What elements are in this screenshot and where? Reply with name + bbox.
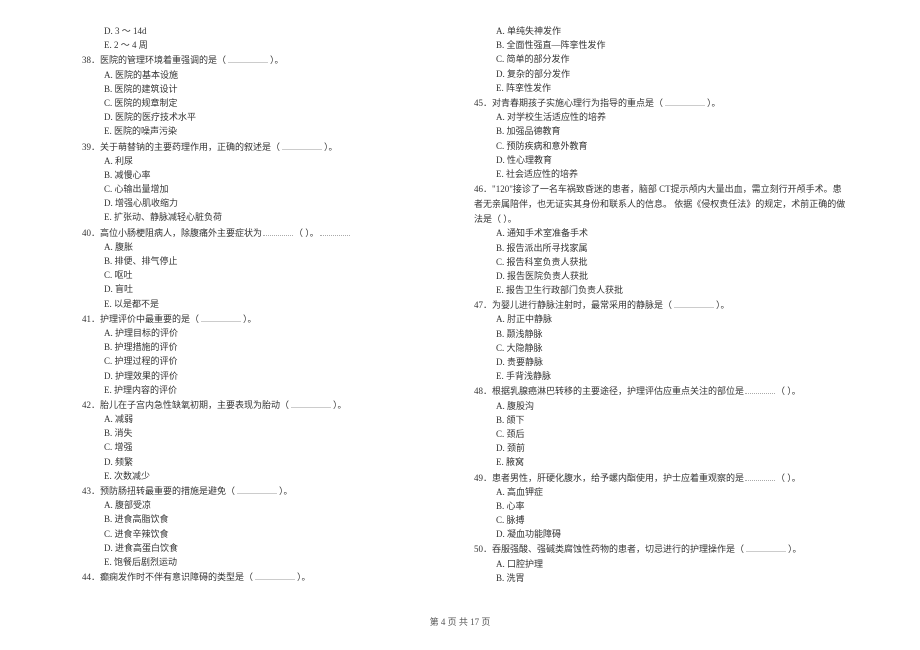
option: E. 阵挛性发作 (474, 83, 850, 95)
option: C. 脉搏 (474, 515, 850, 527)
option: B. 心率 (474, 501, 850, 513)
question-stem: 49．患者男性，肝硬化腹水，给予螺内酯使用，护士应着重观察的是（ ）。 (474, 472, 850, 485)
option: A. 腹部受凉 (82, 500, 446, 512)
option: E. 报告卫生行政部门负责人获批 (474, 285, 850, 297)
question-stem: 38．医院的管理环境着重强调的是（）。 (82, 54, 446, 67)
right-column: A. 单纯失神发作 B. 全面性强直—阵挛性发作 C. 简单的部分发作 D. 复… (466, 26, 850, 587)
question-stem: 45．对青春期孩子实施心理行为指导的重点是（）。 (474, 97, 850, 110)
question-stem: 46．"120"接诊了一名车祸致昏迷的患者，脑部 CT提示颅内大量出血，需立刻行… (474, 183, 850, 196)
option: B. 消失 (82, 428, 446, 440)
option: E. 护理内容的评价 (82, 385, 446, 397)
option: D. 护理效果的评价 (82, 371, 446, 383)
option: A. 腹胀 (82, 242, 446, 254)
question-stem: 40．高位小肠梗阻病人，除腹痛外主要症状为（ ）。 (82, 227, 446, 240)
option: C. 简单的部分发作 (474, 54, 850, 66)
page-footer: 第 4 页 共 17 页 (0, 615, 920, 628)
option: B. 报告派出所寻找家属 (474, 243, 850, 255)
question-stem: 43．预防肠扭转最重要的措施是避免（）。 (82, 485, 446, 498)
option: C. 报告科室负责人获批 (474, 257, 850, 269)
option: B. 减慢心率 (82, 170, 446, 182)
option: B. 护理措施的评价 (82, 342, 446, 354)
question-stem: 39．关于萌替钠的主要药理作用，正确的叙述是（）。 (82, 141, 446, 154)
question-stem-line: 者无亲属陪伴，也无证实其身份和联系人的信息。 依据《侵权责任法》的规定，术前正确… (474, 198, 850, 211)
question-stem: 50．吞服强酸、强碱类腐蚀性药物的患者，切忌进行的护理操作是（）。 (474, 543, 850, 556)
option: A. 腹股沟 (474, 401, 850, 413)
option: A. 单纯失神发作 (474, 26, 850, 38)
option: C. 进食辛辣饮食 (82, 529, 446, 541)
option: A. 通知手术室准备手术 (474, 228, 850, 240)
question-stem: 47．为婴儿进行静脉注射时，最常采用的静脉是（）。 (474, 299, 850, 312)
question-stem: 48．根据乳腺癌淋巴转移的主要途径，护理评估应重点关注的部位是（ ）。 (474, 385, 850, 398)
option: D. 盲吐 (82, 284, 446, 296)
option: C. 预防疾病和意外教育 (474, 141, 850, 153)
option: E. 医院的噪声污染 (82, 126, 446, 138)
option: D. 医院的医疗技术水平 (82, 112, 446, 124)
option: C. 医院的规章制定 (82, 98, 446, 110)
option: C. 心输出量增加 (82, 184, 446, 196)
option: C. 增强 (82, 442, 446, 454)
option: E. 次数减少 (82, 471, 446, 483)
option: A. 护理目标的评价 (82, 328, 446, 340)
option: B. 加强品德教育 (474, 126, 850, 138)
option: E. 以是都不是 (82, 299, 446, 311)
question-stem: 44．癫痫发作时不伴有意识障碍的类型是（）。 (82, 571, 446, 584)
option: A. 高血钾症 (474, 487, 850, 499)
option: D. 贵要静脉 (474, 357, 850, 369)
question-stem: 42．胎儿在子宫内急性缺氧初期，主要表现为胎动（）。 (82, 399, 446, 412)
option: B. 医院的建筑设计 (82, 84, 446, 96)
option: A. 利尿 (82, 156, 446, 168)
option: D. 凝血功能障碍 (474, 529, 850, 541)
option: C. 颈后 (474, 429, 850, 441)
option: B. 进食高脂饮食 (82, 514, 446, 526)
left-column: D. 3 ～ 14d E. 2 ～ 4 周 38．医院的管理环境着重强调的是（）… (82, 26, 466, 587)
option: E. 手背浅静脉 (474, 371, 850, 383)
option: C. 护理过程的评价 (82, 356, 446, 368)
option: D. 颈前 (474, 443, 850, 455)
option: D. 频繁 (82, 457, 446, 469)
option: E. 扩张动、静脉减轻心脏负荷 (82, 212, 446, 224)
option: A. 口腔护理 (474, 559, 850, 571)
option: E. 饱餐后剧烈运动 (82, 557, 446, 569)
option: A. 医院的基本设施 (82, 70, 446, 82)
option: D. 复杂的部分发作 (474, 69, 850, 81)
option: B. 洗胃 (474, 573, 850, 585)
option: D. 性心理教育 (474, 155, 850, 167)
option: B. 排便、排气停止 (82, 256, 446, 268)
option: D. 3 ～ 14d (82, 26, 446, 38)
option: E. 2 ～ 4 周 (82, 40, 446, 52)
option: E. 腋窝 (474, 457, 850, 469)
option: D. 增强心肌收缩力 (82, 198, 446, 210)
option: D. 进食高蛋白饮食 (82, 543, 446, 555)
option: C. 呕吐 (82, 270, 446, 282)
option: C. 大隐静脉 (474, 343, 850, 355)
option: A. 减弱 (82, 414, 446, 426)
option: A. 对学校生活适应性的培养 (474, 112, 850, 124)
option: D. 报告医院负责人获批 (474, 271, 850, 283)
option: A. 肘正中静脉 (474, 314, 850, 326)
option: B. 颌下 (474, 415, 850, 427)
option: E. 社会适应性的培养 (474, 169, 850, 181)
option: B. 全面性强直—阵挛性发作 (474, 40, 850, 52)
question-stem-line: 法是（ ）。 (474, 213, 850, 226)
question-stem: 41．护理评价中最重要的是（）。 (82, 313, 446, 326)
option: B. 颞浅静脉 (474, 329, 850, 341)
